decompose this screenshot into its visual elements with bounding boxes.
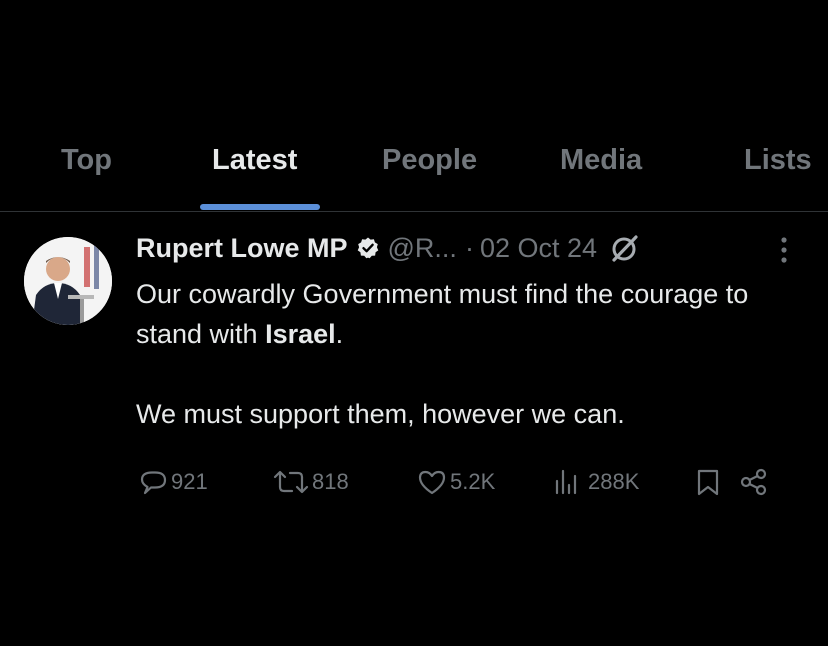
tweet-text-bold: Israel — [265, 319, 336, 349]
share-button[interactable] — [738, 462, 770, 502]
tab-people[interactable]: People — [382, 144, 477, 200]
views-button[interactable]: 288K — [552, 462, 639, 502]
active-tab-indicator — [200, 204, 320, 210]
avatar[interactable] — [24, 237, 112, 325]
tweet-paragraph-2: We must support them, however we can. — [136, 399, 625, 429]
tweet-text-period: . — [335, 319, 344, 349]
tab-media[interactable]: Media — [560, 144, 642, 200]
tabs-divider — [0, 211, 828, 212]
tab-lists[interactable]: Lists — [744, 144, 812, 200]
tweet-actions: 921 818 5.2K 288K — [0, 462, 828, 502]
like-count: 5.2K — [450, 469, 496, 494]
reply-icon — [137, 466, 169, 498]
share-icon — [738, 466, 770, 498]
avatar-image — [24, 237, 112, 325]
views-count: 288K — [588, 469, 640, 494]
tweet-text: Our cowardly Government must find the co… — [136, 274, 776, 434]
bookmark-icon — [694, 466, 722, 498]
heart-icon — [416, 466, 448, 498]
views-icon — [552, 466, 586, 498]
author-name[interactable]: Rupert Lowe MP — [136, 233, 348, 264]
bookmark-button[interactable] — [694, 462, 722, 502]
author-handle[interactable]: @R... — [388, 233, 457, 264]
tweet-paragraph-1: Our cowardly Government must find the co… — [136, 274, 776, 354]
header-separator: · — [464, 232, 474, 263]
repost-icon — [272, 466, 310, 498]
verified-badge-icon — [356, 236, 380, 260]
tweet-date[interactable]: 02 Oct 24 — [480, 233, 597, 264]
tab-latest[interactable]: Latest — [212, 144, 297, 200]
reply-count: 921 — [171, 469, 208, 494]
tweet-text-line1: Our cowardly Government must find the co… — [136, 279, 749, 349]
grok-icon[interactable] — [609, 232, 641, 264]
repost-button[interactable]: 818 — [272, 462, 349, 502]
like-button[interactable]: 5.2K — [416, 462, 495, 502]
repost-count: 818 — [312, 469, 349, 494]
search-tabs: Top Latest People Media Lists — [0, 132, 828, 212]
more-vertical-icon[interactable] — [772, 232, 796, 268]
reply-button[interactable]: 921 — [137, 462, 208, 502]
tab-top[interactable]: Top — [61, 144, 112, 200]
tweet-header: Rupert Lowe MP @R... · 02 Oct 24 — [136, 228, 641, 268]
